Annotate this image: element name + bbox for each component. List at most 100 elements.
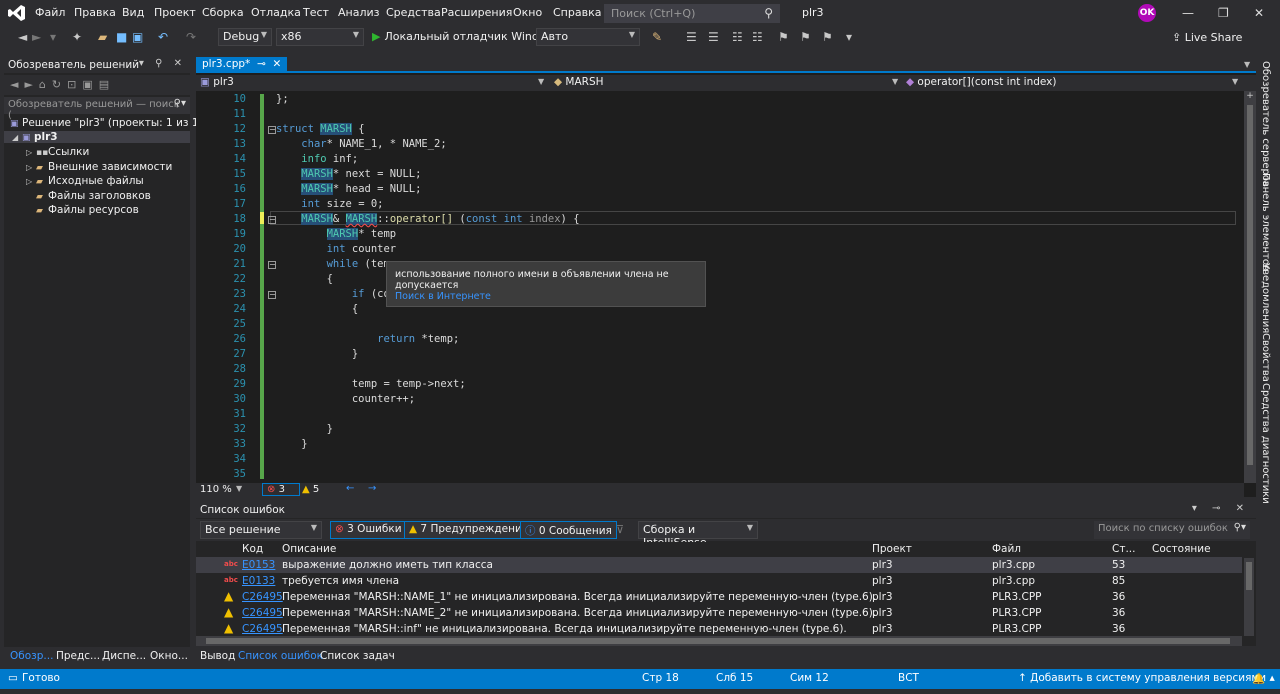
fold-toggle-icon[interactable]: − bbox=[268, 216, 276, 224]
nav-project[interactable]: ▣ plr3 bbox=[200, 76, 234, 88]
open-folder-icon[interactable]: ▰ bbox=[98, 30, 107, 44]
save-all-icon[interactable]: ▣ bbox=[132, 30, 143, 44]
col-file[interactable]: Файл bbox=[992, 543, 1021, 555]
source-control-button[interactable]: ↑ Добавить в систему управления версиями… bbox=[1018, 672, 1275, 684]
tab-solution-explorer[interactable]: Обозр... bbox=[10, 650, 53, 662]
tab-properties[interactable]: Свойства bbox=[1260, 333, 1271, 382]
avatar[interactable]: OK bbox=[1138, 4, 1156, 22]
close-icon[interactable]: ✕ bbox=[1254, 6, 1264, 20]
chevron-down-icon[interactable]: ▼ bbox=[892, 77, 898, 86]
panel-options-icon[interactable]: ▾ ⚲ ✕ bbox=[139, 58, 186, 69]
tab-property-manager[interactable]: Диспе... bbox=[102, 650, 146, 662]
tab-server-explorer[interactable]: Обозреватель серверов bbox=[1260, 61, 1271, 187]
chevron-down-icon[interactable]: ▼ bbox=[1232, 77, 1238, 86]
redo-icon[interactable]: ↷ bbox=[186, 30, 196, 44]
forward-dropdown-icon[interactable]: ▾ bbox=[50, 30, 56, 44]
col-line[interactable]: Ст... bbox=[1112, 543, 1135, 555]
minimize-icon[interactable]: — bbox=[1182, 6, 1194, 20]
menu-build[interactable]: Сборка bbox=[202, 6, 244, 19]
undo-icon[interactable]: ↶ bbox=[158, 30, 168, 44]
close-tab-icon[interactable]: ✕ bbox=[269, 58, 281, 70]
fold-toggle-icon[interactable]: − bbox=[268, 291, 276, 299]
indent-icon[interactable]: ☰ bbox=[686, 30, 697, 44]
nav-member[interactable]: ◆ operator[](const int index) bbox=[906, 76, 1057, 88]
tab-output[interactable]: Вывод bbox=[200, 650, 235, 662]
tab-error-list[interactable]: Список ошибок bbox=[238, 650, 323, 662]
scrollbar-thumb[interactable] bbox=[1247, 105, 1253, 465]
scope-select[interactable]: Все решение ▼ bbox=[200, 521, 322, 539]
back-icon[interactable]: ◄ bbox=[18, 30, 27, 44]
menu-analyze[interactable]: Анализ bbox=[338, 6, 380, 19]
error-list-horizontal-scrollbar[interactable] bbox=[196, 636, 1242, 646]
tab-window[interactable]: Окно... bbox=[150, 650, 188, 662]
col-project[interactable]: Проект bbox=[872, 543, 912, 555]
tree-resource-files[interactable]: ▰ Файлы ресурсов bbox=[36, 204, 139, 216]
tab-notifications[interactable]: Уведомления bbox=[1260, 263, 1271, 333]
run-mode-select[interactable]: Авто ▼ bbox=[536, 28, 640, 46]
menu-test[interactable]: Тест bbox=[303, 6, 329, 19]
solution-explorer-toolbar[interactable]: ◄►⌂↻⊡▣▤ bbox=[4, 75, 190, 95]
tab-task-list[interactable]: Список задач bbox=[320, 650, 395, 662]
code-area[interactable]: 10 11 12 13 14 15 16 17 18 19 20 21 22 2… bbox=[196, 91, 1244, 483]
error-code[interactable]: E0153 bbox=[242, 559, 275, 571]
filter-icon[interactable]: ⊽ bbox=[616, 523, 624, 536]
menu-debug[interactable]: Отладка bbox=[251, 6, 301, 19]
error-row[interactable]: abc E0133 требуется имя члена plr3 plr3.… bbox=[196, 573, 1242, 589]
menu-file[interactable]: Файл bbox=[35, 6, 65, 19]
error-code[interactable]: C26495 bbox=[242, 623, 283, 635]
scrollbar-thumb[interactable] bbox=[1246, 562, 1252, 590]
comment-icon[interactable]: ☷ bbox=[732, 30, 743, 44]
pin-icon[interactable]: ⊸ bbox=[254, 58, 266, 70]
error-search-input[interactable]: Поиск по списку ошибок ⚲▾ bbox=[1094, 521, 1250, 539]
errors-filter-button[interactable]: ⊗ 3 Ошибки bbox=[330, 521, 407, 539]
menu-extensions[interactable]: Расширения bbox=[441, 6, 512, 19]
bookmark-next-icon[interactable]: ⚑ bbox=[822, 30, 833, 44]
bookmark-prev-icon[interactable]: ⚑ bbox=[800, 30, 811, 44]
error-row[interactable]: ▲ C26495 Переменная "MARSH::NAME_2" не и… bbox=[196, 605, 1242, 621]
tree-references[interactable]: ▷ ▪▪Ссылки bbox=[26, 146, 89, 158]
menu-window[interactable]: Окно bbox=[513, 6, 542, 19]
menu-help[interactable]: Справка bbox=[553, 6, 601, 19]
error-list-vertical-scrollbar[interactable] bbox=[1244, 558, 1254, 636]
col-description[interactable]: Описание bbox=[282, 543, 336, 555]
next-issue-icon[interactable]: → bbox=[368, 483, 376, 494]
solution-search-input[interactable]: Обозреватель решений — поиск ( ⚲▾ bbox=[4, 97, 190, 121]
tree-source-files[interactable]: ▷ ▰ Исходные файлы bbox=[26, 175, 144, 187]
error-count-indicator[interactable]: ⊗ 3 bbox=[262, 483, 300, 496]
uncomment-icon[interactable]: ☷ bbox=[752, 30, 763, 44]
zoom-level[interactable]: 110 % bbox=[200, 484, 232, 495]
split-icon[interactable]: + bbox=[1244, 91, 1256, 101]
panel-options-icon[interactable]: ▾ ⊸ ✕ bbox=[1192, 503, 1250, 514]
notifications-bell-icon[interactable]: 🔔 bbox=[1252, 672, 1265, 685]
tab-list-icon[interactable]: ▼ bbox=[1244, 60, 1250, 69]
tree-solution[interactable]: ▣ Решение "plr3" (проекты: 1 из 1) bbox=[10, 117, 203, 129]
start-debugging-button[interactable]: ▶ Локальный отладчик Windows bbox=[372, 30, 560, 43]
toolbar-overflow-icon[interactable]: ▾ bbox=[846, 30, 852, 44]
search-online-link[interactable]: Поиск в Интернете bbox=[395, 291, 491, 302]
editor-vertical-scrollbar[interactable]: + bbox=[1244, 91, 1256, 483]
tab-plr3-cpp[interactable]: plr3.cpp* ⊸ ✕ bbox=[196, 57, 288, 73]
scrollbar-thumb[interactable] bbox=[206, 638, 1230, 644]
browse-icon[interactable]: ✎ bbox=[652, 30, 662, 44]
platform-select[interactable]: x86 ▼ bbox=[276, 28, 364, 46]
messages-filter-button[interactable]: ⓘ 0 Сообщения bbox=[520, 521, 617, 539]
col-code[interactable]: Код bbox=[242, 543, 263, 555]
visual-studio-logo-icon[interactable] bbox=[8, 4, 26, 22]
error-row[interactable]: ▲ C26495 Переменная "MARSH::NAME_1" не и… bbox=[196, 589, 1242, 605]
error-code[interactable]: E0133 bbox=[242, 575, 275, 587]
bookmark-icon[interactable]: ⚑ bbox=[778, 30, 789, 44]
menu-tools[interactable]: Средства bbox=[386, 6, 441, 19]
tree-header-files[interactable]: ▰ Файлы заголовков bbox=[36, 190, 151, 202]
menu-project[interactable]: Проект bbox=[154, 6, 196, 19]
fold-toggle-icon[interactable]: − bbox=[268, 261, 276, 269]
chevron-down-icon[interactable]: ▼ bbox=[538, 77, 544, 86]
menu-view[interactable]: Вид bbox=[122, 6, 144, 19]
build-filter-select[interactable]: Сборка и IntelliSense ▼ bbox=[638, 521, 758, 549]
error-row[interactable]: abc E0153 выражение должно иметь тип кла… bbox=[196, 557, 1242, 573]
quick-search-input[interactable]: Поиск (Ctrl+Q) ⚲ bbox=[604, 4, 780, 23]
previous-issue-icon[interactable]: ← bbox=[346, 483, 354, 494]
chevron-down-icon[interactable]: ▼ bbox=[236, 484, 242, 493]
forward-icon[interactable]: ► bbox=[32, 30, 41, 44]
outdent-icon[interactable]: ☰ bbox=[708, 30, 719, 44]
menu-edit[interactable]: Правка bbox=[74, 6, 116, 19]
